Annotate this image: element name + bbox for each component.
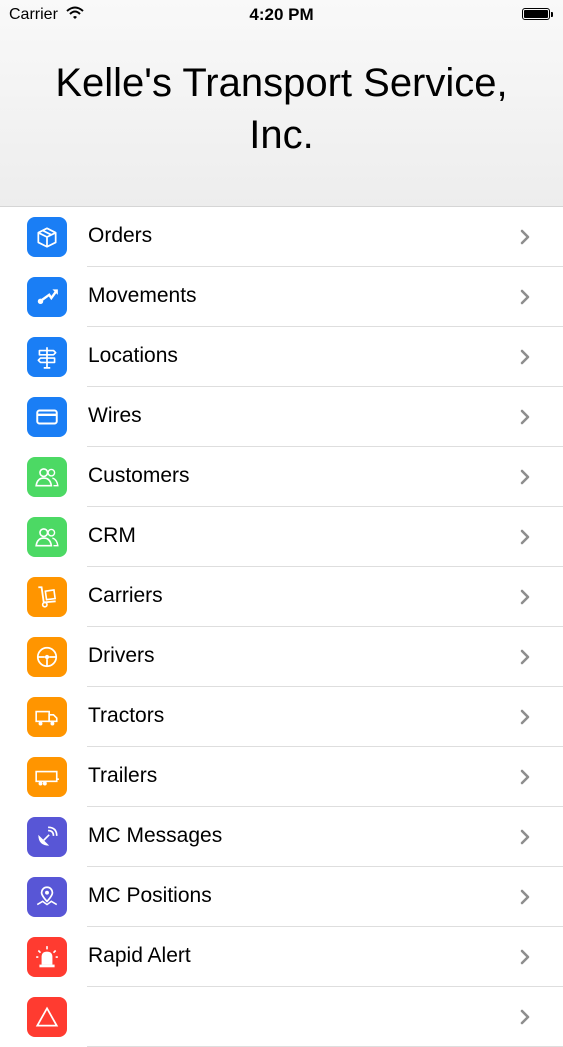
menu-item-label: MC Positions	[88, 884, 212, 907]
people-icon	[27, 457, 67, 497]
menu-item-label: CRM	[88, 524, 136, 547]
menu-list: Orders Movements Locations Wires Customers CR…	[0, 207, 563, 1047]
menu-item-label: Rapid Alert	[88, 944, 191, 967]
menu-item-carriers[interactable]: Carriers	[0, 567, 563, 627]
chevron-right-icon	[520, 469, 530, 485]
box-icon	[27, 217, 67, 257]
menu-item-label: Wires	[88, 404, 142, 427]
chevron-right-icon	[520, 709, 530, 725]
menu-item-mc-positions[interactable]: MC Positions	[0, 867, 563, 927]
menu-item-label: Customers	[88, 464, 190, 487]
chevron-right-icon	[520, 769, 530, 785]
menu-item-orders[interactable]: Orders	[0, 207, 563, 267]
menu-item-crm[interactable]: CRM	[0, 507, 563, 567]
menu-item-partial[interactable]	[0, 987, 563, 1047]
menu-item-movements[interactable]: Movements	[0, 267, 563, 327]
truck-icon	[27, 697, 67, 737]
chevron-right-icon	[520, 889, 530, 905]
battery-tip	[551, 12, 553, 17]
signpost-icon	[27, 337, 67, 377]
chevron-right-icon	[520, 229, 530, 245]
status-time: 4:20 PM	[249, 5, 314, 24]
menu-item-label: MC Messages	[88, 824, 223, 847]
chevron-right-icon	[520, 829, 530, 845]
menu-item-locations[interactable]: Locations	[0, 327, 563, 387]
menu-item-label: Carriers	[88, 584, 163, 607]
menu-item-tractors[interactable]: Tractors	[0, 687, 563, 747]
siren-icon	[27, 937, 67, 977]
menu-item-trailers[interactable]: Trailers	[0, 747, 563, 807]
menu-item-label: Tractors	[88, 704, 165, 727]
chevron-right-icon	[520, 529, 530, 545]
chevron-right-icon	[520, 409, 530, 425]
menu-item-label: Drivers	[88, 644, 155, 667]
chevron-right-icon	[520, 1009, 530, 1025]
chevron-right-icon	[520, 649, 530, 665]
map-pin-icon	[27, 877, 67, 917]
menu-item-label: Trailers	[88, 764, 158, 787]
chevron-right-icon	[520, 289, 530, 305]
menu-item-label: Orders	[88, 224, 153, 247]
menu-item-wires[interactable]: Wires	[0, 387, 563, 447]
card-icon	[27, 397, 67, 437]
menu-item-customers[interactable]: Customers	[0, 447, 563, 507]
people-icon	[27, 517, 67, 557]
page-title: Kelle's Transport Service, Inc.	[55, 61, 508, 157]
menu-item-drivers[interactable]: Drivers	[0, 627, 563, 687]
trailer-icon	[27, 757, 67, 797]
chevron-right-icon	[520, 349, 530, 365]
menu-item-label: Movements	[88, 284, 197, 307]
battery-icon	[522, 8, 550, 20]
chevron-right-icon	[520, 949, 530, 965]
chevron-right-icon	[520, 589, 530, 605]
hand-truck-icon	[27, 577, 67, 617]
alert-icon	[27, 997, 67, 1037]
nav-header: Carrier 4:20 PM Kelle's Transport Servic…	[0, 0, 563, 207]
route-arrow-icon	[27, 277, 67, 317]
satellite-icon	[27, 817, 67, 857]
menu-item-label: Locations	[88, 344, 178, 367]
status-bar: Carrier 4:20 PM	[0, 0, 563, 30]
menu-item-rapid-alert[interactable]: Rapid Alert	[0, 927, 563, 987]
menu-item-mc-messages[interactable]: MC Messages	[0, 807, 563, 867]
driver-icon	[27, 637, 67, 677]
